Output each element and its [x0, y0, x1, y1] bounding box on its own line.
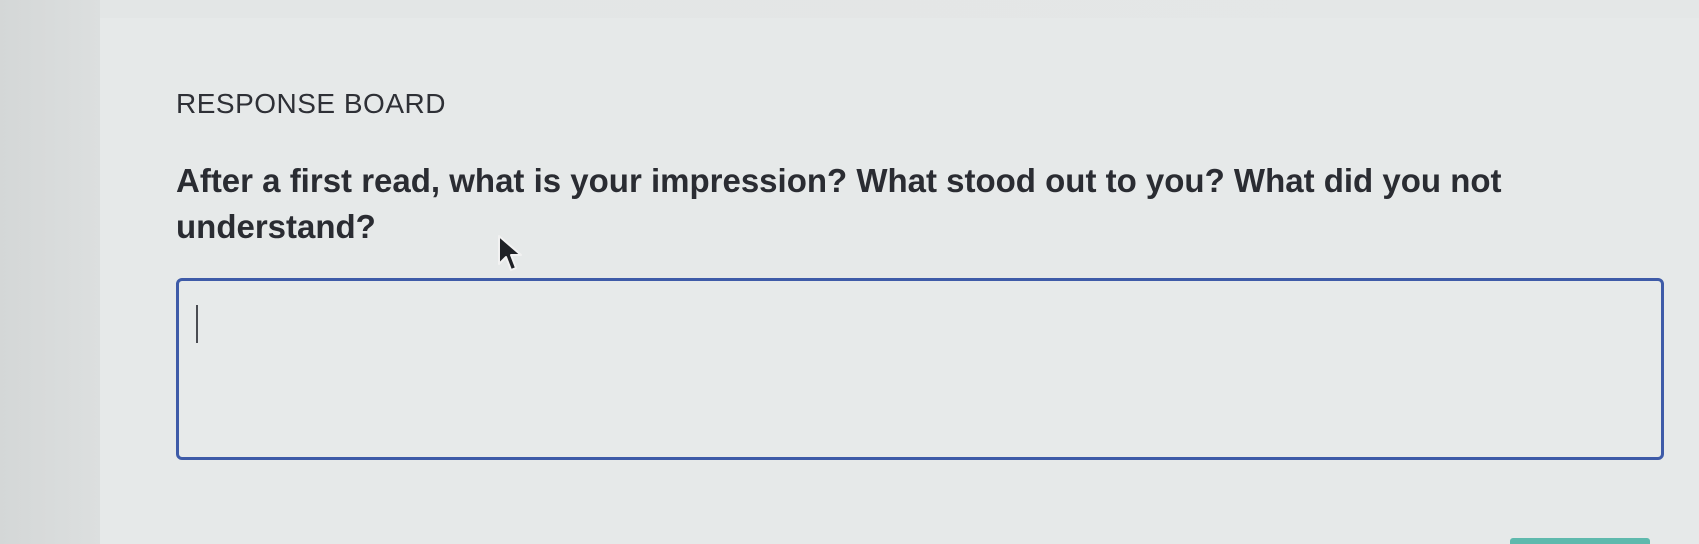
- section-title: RESPONSE BOARD: [176, 88, 446, 119]
- text-caret: [196, 305, 198, 343]
- bottom-tab-edge: [1510, 538, 1650, 544]
- response-input[interactable]: [176, 278, 1664, 460]
- mouse-pointer-icon: [498, 235, 522, 271]
- question-prompt: After a first read, what is your impress…: [176, 162, 1502, 245]
- left-margin: [0, 0, 100, 544]
